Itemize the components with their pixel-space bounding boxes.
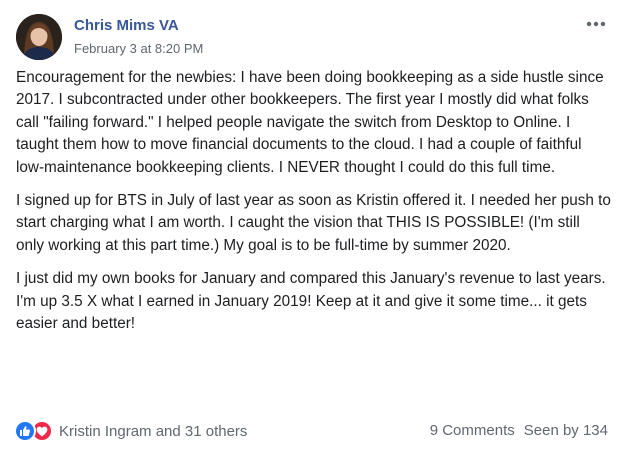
seen-by-count[interactable]: Seen by 134 <box>524 422 608 439</box>
post-paragraph: I just did my own books for January and … <box>16 270 606 333</box>
author-name[interactable]: Chris Mims VA <box>74 17 179 34</box>
avatar[interactable] <box>16 14 62 60</box>
comments-count[interactable]: 9 Comments <box>430 422 515 439</box>
reactions-summary[interactable]: Kristin Ingram and 31 others <box>14 420 247 442</box>
reactions-text: Kristin Ingram and 31 others <box>59 422 248 440</box>
post-footer: Kristin Ingram and 31 others 9 Comments … <box>14 420 608 446</box>
more-options-button[interactable] <box>584 16 608 32</box>
post-header: Chris Mims VA February 3 at 8:20 PM <box>16 12 608 64</box>
post-paragraph: Encouragement for the newbies: I have be… <box>16 69 604 176</box>
post-timestamp[interactable]: February 3 at 8:20 PM <box>74 41 203 56</box>
more-horizontal-icon <box>586 21 606 27</box>
post-paragraph: I signed up for BTS in July of last year… <box>16 192 611 254</box>
like-icon <box>14 420 36 442</box>
post-stats: 9 Comments Seen by 134 <box>430 422 608 439</box>
post-text: Encouragement for the newbies: I have be… <box>16 67 611 346</box>
avatar-image <box>16 14 62 60</box>
